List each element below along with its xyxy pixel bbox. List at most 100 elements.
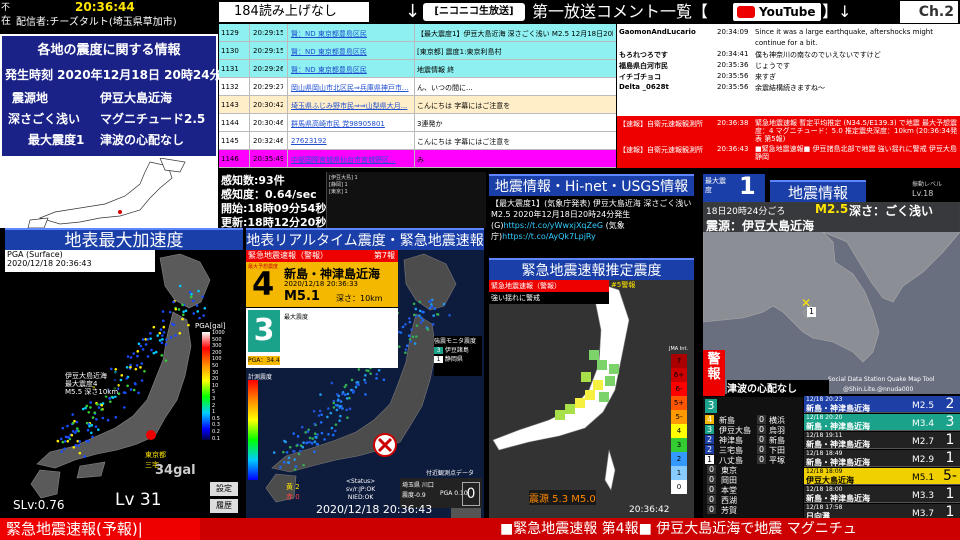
station-dot — [160, 341, 164, 345]
quake-time: 発生時刻 2020年12月18日 20時24分 — [5, 68, 222, 82]
table-divider — [414, 24, 415, 168]
youtube-play-icon — [737, 6, 755, 18]
monitor-int: 1 — [434, 356, 443, 363]
area-row: 0 烏羽 — [707, 425, 803, 435]
comment-msg: 【最大震度1】伊豆大島近海 深さごく浅い M2.5 12月18日20時24分頃発… — [417, 30, 613, 38]
est-scale-step: 0 — [671, 480, 687, 494]
mini-japan-map — [0, 157, 218, 229]
qi-handle: @Shin.Lite.@nnuda000 — [843, 386, 914, 393]
station-dot — [339, 414, 342, 418]
history-row[interactable]: 12/18 19:11 新島・神津島近海 M2.7 1 — [804, 432, 960, 449]
history-row[interactable]: 12/18 18:49 新島・神津島近海 M2.9 1 — [804, 450, 960, 467]
station-dot — [161, 310, 165, 313]
history-place: 新島・神津島近海 — [806, 440, 870, 449]
comment-row[interactable]: 1144 20:30:46 群馬県高崎市民 党98905801 3連発か — [219, 114, 616, 132]
history-row[interactable]: 12/18 18:00 新島・神津島近海 M3.3 1 — [804, 486, 960, 503]
youtube-alert[interactable]: 【速報】自衛元速報観測所 20:36:38 緊急地震速報 暫定平均推定 (N34.5… — [617, 119, 960, 143]
youtube-comment[interactable]: GaomonAndLucario 20:34:09 Since it was a l… — [617, 27, 960, 38]
youtube-comment[interactable]: イチゴチョコ 20:35:56 来すぎ — [617, 71, 960, 82]
comment-row[interactable]: 1129 20:29:15 賢：ND 東京都豊島区民 【最大震度1】伊豆大島近海 深さ… — [219, 24, 616, 42]
station-dot — [156, 334, 159, 337]
station-dot — [407, 317, 411, 320]
history-row[interactable]: 12/18 20:20 新島・神津島近海 M3.4 3 — [804, 414, 960, 431]
youtube-comment-user: もろれつろです — [619, 51, 668, 59]
comment-row[interactable]: 1130 20:29:15 賢：ND 東京都豊島区民 [東京都] 震度1:東京利島村 — [219, 42, 616, 60]
epicenter-label: 震源地 — [12, 91, 49, 105]
settings-button[interactable]: 設定 — [210, 482, 238, 496]
lv-value: Lv 31 — [115, 490, 162, 510]
history-button[interactable]: 履歴 — [210, 499, 238, 513]
eew-bottom-banner: 緊急地震速報(予報)| — [0, 518, 200, 540]
comment-row[interactable]: 1143 20:30:42 埼玉県ふじみ野市民⇒⇒山梨県大月... こんにちは 字幕に… — [219, 96, 616, 114]
qi-tsunami: 津波の心配なし — [727, 380, 829, 395]
history-row[interactable]: 12/18 20:23 新島・神津島近海 M2.5 2 — [804, 396, 960, 413]
comment-user: 賢：ND 東京都豊島区民 — [291, 30, 367, 38]
station-dot — [338, 399, 342, 403]
estimate-cell — [597, 360, 607, 370]
station-dot — [165, 338, 168, 341]
comment-time: 20:35:49 — [253, 155, 283, 163]
rt-controls[interactable] — [451, 508, 481, 518]
station-dot — [343, 393, 347, 396]
history-list[interactable]: 12/18 20:23 新島・神津島近海 M2.5 2 12/18 20:20 新島・神津… — [804, 396, 960, 521]
pga-scale-tick: 2 — [212, 402, 216, 409]
comment-row[interactable]: 1145 20:32:46 27623192 こんにちは 字幕にはご注意を — [219, 132, 616, 150]
depth: 深さごく浅い — [8, 112, 81, 126]
comment-row[interactable]: 1132 20:29:27 岡山県岡山市北区民⇒兵庫県神戸市... ん、いつの間に..… — [219, 78, 616, 96]
area-int: 0 — [707, 505, 716, 514]
station-dot — [149, 332, 152, 335]
station-dot — [279, 466, 282, 469]
station-dot — [94, 425, 98, 428]
station-dot — [77, 444, 81, 447]
youtube-comment-list[interactable]: GaomonAndLucario 20:34:09 Since it was a l… — [617, 24, 960, 168]
youtube-comment-msg: 来すぎ — [755, 73, 776, 81]
station-dot — [404, 351, 407, 354]
status-line: <Status> — [346, 478, 376, 485]
station-dot — [201, 295, 204, 298]
niconico-comment-table[interactable]: 1129 20:29:15 賢：ND 東京都豊島区民 【最大震度1】伊豆大島近海 深さ… — [219, 24, 616, 168]
qi-max-box: 最大震度 1 — [703, 172, 765, 202]
station-dot — [93, 411, 96, 415]
usgs-link2[interactable]: https://t.co/AyQk7LpjRy — [502, 232, 596, 241]
station-dot — [292, 432, 296, 435]
usgs-link[interactable]: https://t.co/yWwxjXqZeG — [503, 221, 603, 230]
station-dot — [202, 314, 205, 317]
history-row[interactable]: 12/18 18:09 伊豆大島近海 M5.1 5- — [804, 468, 960, 485]
pga-map[interactable]: PGA (Surface) 2020/12/18 20:36:43 伊豆大島近海… — [5, 250, 243, 517]
station-dot — [352, 389, 355, 393]
realtime-map[interactable]: 緊急地震速報（警報） 第7報 最大予想震度 4 新島・神津島近海 2020/12… — [246, 250, 484, 518]
station-dot — [282, 460, 286, 464]
youtube-comment[interactable]: continue for a bit. — [617, 38, 960, 49]
station-dot — [302, 441, 305, 444]
station-dot — [203, 307, 207, 310]
station-dot — [297, 452, 301, 456]
comment-row[interactable]: 1131 20:29:26 賢：ND 東京都豊島区民 地震情報 終 — [219, 60, 616, 78]
comment-time: 20:29:15 — [253, 29, 283, 37]
comment-row[interactable]: 1146 20:35:49 中部国際宮城県仙台市宮城野区... み — [219, 150, 616, 168]
broadcaster: 配信者:チーズタルト(埼玉県草加市) — [16, 17, 177, 28]
niconico-logo: [ニコニコ生放送] — [423, 3, 525, 21]
history-mag: M3.3 — [912, 491, 935, 501]
youtube-comment[interactable]: Delta _0628t 20:35:56 余震結構続きますね～ — [617, 82, 960, 93]
eew-card-head: 緊急地震速報（警報） 第7報 — [246, 250, 398, 262]
pga-scale-tick: 20 — [212, 376, 219, 383]
sensor-notes: [伊豆大島] 1 [静岡] 1 [東京] 1 — [326, 172, 486, 228]
station-dot — [364, 393, 367, 396]
station-dot — [310, 442, 314, 445]
station-dot — [320, 431, 324, 435]
comment-user: 賢：ND 東京都豊島区民 — [291, 48, 367, 56]
station-dot — [344, 383, 348, 387]
youtube-comment[interactable]: 福島県白河市民 20:35:36 じょうです — [617, 60, 960, 71]
eew-estimate-map[interactable]: 緊急地震速報（警報） 強い揺れに警戒 #5警報 JMA Int. 7 6+ 6- 5+… — [489, 280, 694, 518]
youtube-comment-user: イチゴチョコ — [619, 73, 661, 81]
qi-map[interactable]: 18日20時24分ごろ M2.5 深さ：ごく浅い 震源：伊豆大島近海 ✕ 1 S… — [702, 201, 960, 394]
estimate-cell — [605, 376, 615, 386]
youtube-comment[interactable]: もろれつろです 20:34:41 僕も神奈川の南なのでいえないですけど — [617, 49, 960, 60]
station-dot — [338, 419, 341, 422]
station-dot — [109, 367, 113, 371]
youtube-alert[interactable]: 【速報】自衛元速報観測所 20:36:43 ■緊急地震速報■ 伊豆諸島北部で地震 強… — [617, 145, 960, 168]
monitor-row: 1 静岡県 — [434, 354, 482, 363]
est-time: 20:36:42 — [629, 505, 670, 515]
youtube-comment-time: 20:34:09 — [717, 28, 749, 36]
qi-epicenter: 震源：伊豆大島近海 — [706, 219, 815, 233]
